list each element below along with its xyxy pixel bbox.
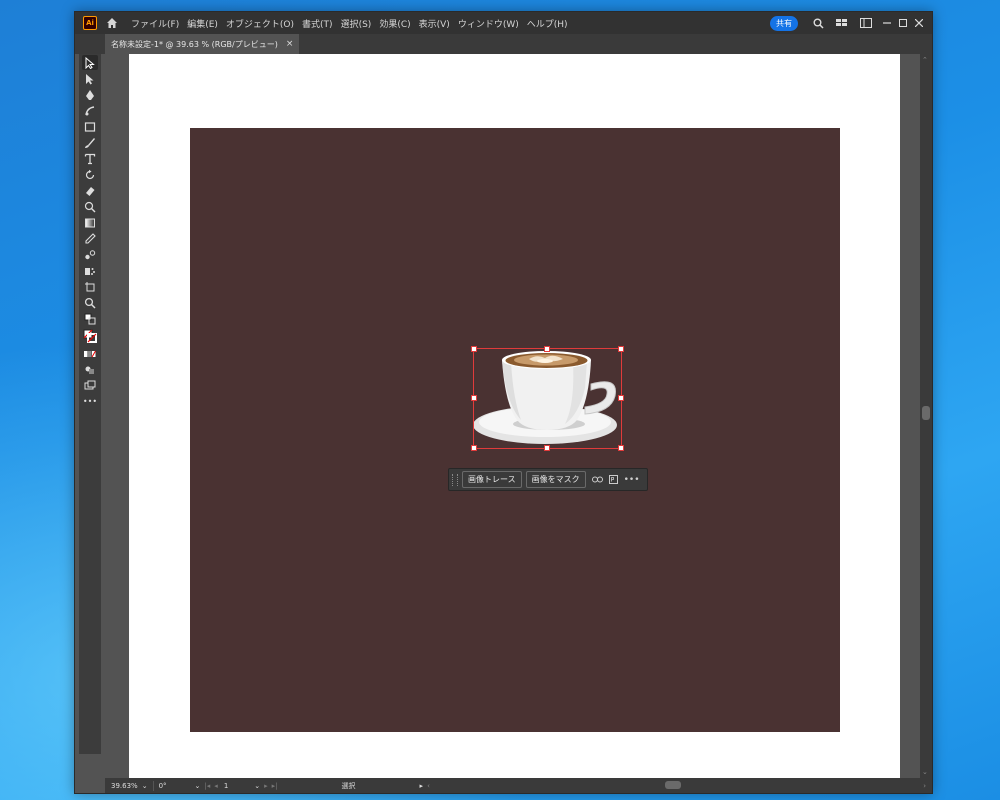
resize-handle-left[interactable] bbox=[471, 395, 477, 401]
more-options-icon[interactable]: ••• bbox=[624, 475, 640, 485]
menu-object[interactable]: オブジェクト(O) bbox=[222, 17, 298, 30]
image-trace-button[interactable]: 画像トレース bbox=[462, 471, 522, 488]
fill-stroke-swatch-icon[interactable] bbox=[82, 327, 98, 345]
color-mode-icon[interactable] bbox=[82, 346, 98, 361]
rotate-tool-icon[interactable] bbox=[82, 167, 98, 182]
mask-image-button[interactable]: 画像をマスク bbox=[525, 471, 586, 488]
scroll-down-icon[interactable]: ⌄ bbox=[922, 768, 928, 776]
menu-window[interactable]: ウィンドウ(W) bbox=[454, 17, 523, 30]
last-artboard-icon[interactable]: ▸| bbox=[270, 780, 280, 791]
document-tab-bar: » 名称未設定-1* @ 39.63 % (RGB/プレビュー) × bbox=[75, 34, 932, 66]
menu-view[interactable]: 表示(V) bbox=[415, 17, 454, 30]
artboard-dropdown-icon[interactable]: ⌄ bbox=[252, 780, 262, 791]
first-artboard-icon[interactable]: |◂ bbox=[202, 780, 212, 791]
zoom-tool-icon[interactable] bbox=[82, 295, 98, 310]
artboard-tool-icon[interactable] bbox=[82, 279, 98, 294]
menubar-right: 共有 bbox=[770, 12, 932, 34]
close-window-icon[interactable] bbox=[912, 16, 926, 30]
drag-handle[interactable] bbox=[452, 473, 458, 486]
vertical-scroll-thumb[interactable] bbox=[922, 406, 930, 420]
minimize-icon[interactable] bbox=[880, 16, 894, 30]
resize-handle-bottom[interactable] bbox=[544, 445, 550, 451]
resize-handle-top[interactable] bbox=[544, 346, 550, 352]
contextual-task-bar: 画像トレース 画像をマスク ••• bbox=[448, 468, 648, 491]
shape-builder-tool-icon[interactable] bbox=[82, 199, 98, 214]
main-menu: ファイル(F) 編集(E) オブジェクト(O) 書式(T) 選択(S) 効果(C… bbox=[127, 17, 572, 30]
resize-handle-right[interactable] bbox=[618, 395, 624, 401]
selection-tool-icon[interactable] bbox=[82, 55, 98, 70]
resize-handle-top-right[interactable] bbox=[618, 346, 624, 352]
close-tab-icon[interactable]: × bbox=[286, 39, 294, 49]
direct-selection-tool-icon[interactable] bbox=[82, 71, 98, 86]
resize-handle-bottom-right[interactable] bbox=[618, 445, 624, 451]
workspace-icon[interactable] bbox=[858, 15, 874, 31]
menu-file[interactable]: ファイル(F) bbox=[127, 17, 183, 30]
menu-help[interactable]: ヘルプ(H) bbox=[523, 17, 572, 30]
document-tab-title: 名称未設定-1* @ 39.63 % (RGB/プレビュー) bbox=[111, 39, 278, 49]
eyedropper-tool-icon[interactable] bbox=[82, 231, 98, 246]
share-button[interactable]: 共有 bbox=[770, 15, 798, 31]
rotation-dropdown-icon[interactable]: ⌄ bbox=[193, 780, 203, 791]
status-divider bbox=[152, 780, 154, 791]
gradient-tool-icon[interactable] bbox=[82, 215, 98, 230]
scroll-left-icon[interactable]: ‹ bbox=[425, 780, 432, 791]
rotation-field[interactable]: 0° bbox=[157, 780, 169, 791]
pen-tool-icon[interactable] bbox=[82, 87, 98, 102]
maximize-icon[interactable] bbox=[896, 16, 910, 30]
paintbrush-tool-icon[interactable] bbox=[82, 135, 98, 150]
edit-toolbar-icon[interactable]: ••• bbox=[82, 394, 98, 409]
document-tab[interactable]: 名称未設定-1* @ 39.63 % (RGB/プレビュー) × bbox=[105, 34, 300, 54]
resize-handle-top-left[interactable] bbox=[471, 346, 477, 352]
zoom-level-field[interactable]: 39.63% bbox=[109, 780, 140, 791]
rectangle-tool-icon[interactable] bbox=[82, 119, 98, 134]
type-tool-icon[interactable] bbox=[82, 151, 98, 166]
artboard-number-field[interactable]: 1 bbox=[222, 780, 230, 791]
selection-bounding-box[interactable] bbox=[471, 346, 624, 451]
menu-effect[interactable]: 効果(C) bbox=[375, 17, 414, 30]
arrange-documents-icon[interactable] bbox=[834, 15, 850, 31]
current-tool-label: 選択 bbox=[341, 781, 356, 790]
horizontal-scroll-thumb[interactable] bbox=[665, 781, 681, 789]
scroll-right-icon[interactable]: › bbox=[921, 780, 928, 791]
link-icon[interactable] bbox=[591, 476, 603, 483]
menu-type[interactable]: 書式(T) bbox=[298, 17, 337, 30]
canvas-area[interactable]: 画像トレース 画像をマスク ••• bbox=[105, 54, 920, 778]
resize-handle-bottom-left[interactable] bbox=[471, 445, 477, 451]
illustrator-window: Ai ファイル(F) 編集(E) オブジェクト(O) 書式(T) 選択(S) 効… bbox=[74, 11, 933, 794]
search-icon[interactable] bbox=[810, 15, 826, 31]
eraser-tool-icon[interactable] bbox=[82, 183, 98, 198]
blend-tool-icon[interactable] bbox=[82, 247, 98, 262]
previous-artboard-icon[interactable]: ◂ bbox=[212, 780, 220, 791]
home-icon[interactable] bbox=[105, 16, 119, 30]
tools-panel: ••• bbox=[79, 54, 101, 754]
next-artboard-icon[interactable]: ▸ bbox=[262, 780, 270, 791]
photoshop-edit-icon[interactable] bbox=[608, 475, 618, 484]
scroll-up-icon[interactable]: ⌃ bbox=[922, 56, 928, 64]
zoom-dropdown-icon[interactable]: ⌄ bbox=[140, 780, 150, 791]
curvature-tool-icon[interactable] bbox=[82, 103, 98, 118]
symbol-sprayer-tool-icon[interactable] bbox=[82, 263, 98, 278]
app-logo: Ai bbox=[83, 16, 97, 30]
menu-select[interactable]: 選択(S) bbox=[337, 17, 376, 30]
menu-bar: Ai ファイル(F) 編集(E) オブジェクト(O) 書式(T) 選択(S) 効… bbox=[75, 12, 932, 34]
vertical-scrollbar[interactable]: ⌃ ⌄ bbox=[920, 54, 932, 778]
default-fill-stroke-icon[interactable] bbox=[82, 311, 98, 326]
status-menu-icon[interactable]: ▸ bbox=[418, 780, 426, 791]
status-bar: 39.63% ⌄ 0° ⌄ |◂ ◂ 1 ⌄ ▸ ▸| 選択 ▸ ‹ › bbox=[105, 778, 932, 793]
draw-mode-icon[interactable] bbox=[82, 362, 98, 377]
screen-mode-icon[interactable] bbox=[82, 378, 98, 393]
menu-edit[interactable]: 編集(E) bbox=[183, 17, 222, 30]
